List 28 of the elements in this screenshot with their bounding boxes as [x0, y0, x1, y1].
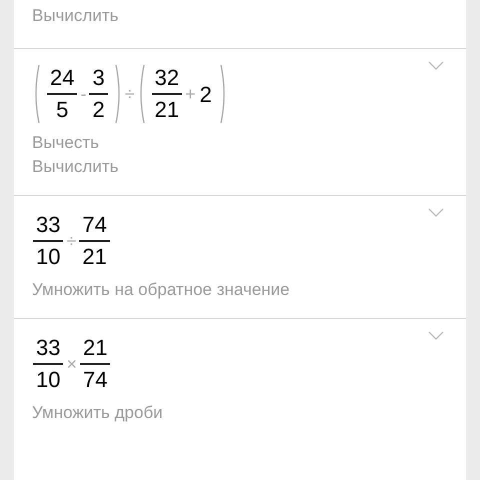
- denominator: 2: [91, 96, 106, 123]
- chevron-icon[interactable]: [428, 208, 444, 217]
- operator: ×: [66, 352, 77, 376]
- numerator: 21: [82, 335, 108, 362]
- numerator: 24: [49, 65, 76, 92]
- denominator: 21: [81, 244, 108, 270]
- step-note: Умножить на обратное значение: [32, 279, 291, 301]
- step-note: Вычислить: [32, 156, 120, 178]
- step-note: Умножить дроби: [32, 402, 164, 424]
- numerator: 33: [35, 335, 62, 362]
- denominator: 10: [35, 366, 62, 393]
- numerator: 32: [154, 65, 180, 92]
- operator: -: [80, 82, 86, 106]
- chevron-icon[interactable]: [428, 61, 444, 70]
- number: 2: [200, 80, 212, 108]
- numerator: 3: [91, 65, 106, 92]
- operator: +: [185, 82, 196, 106]
- denominator: 21: [154, 96, 180, 123]
- denominator: 10: [35, 244, 62, 270]
- denominator: 74: [82, 366, 108, 393]
- step-note: Вычислить: [32, 5, 120, 27]
- denominator: 5: [55, 96, 70, 123]
- operator: ÷: [124, 82, 135, 106]
- operator: ÷: [66, 230, 76, 252]
- numerator: 74: [81, 212, 108, 238]
- chevron-icon[interactable]: [428, 331, 444, 340]
- step-note: Вычесть: [32, 132, 100, 154]
- numerator: 33: [35, 212, 62, 238]
